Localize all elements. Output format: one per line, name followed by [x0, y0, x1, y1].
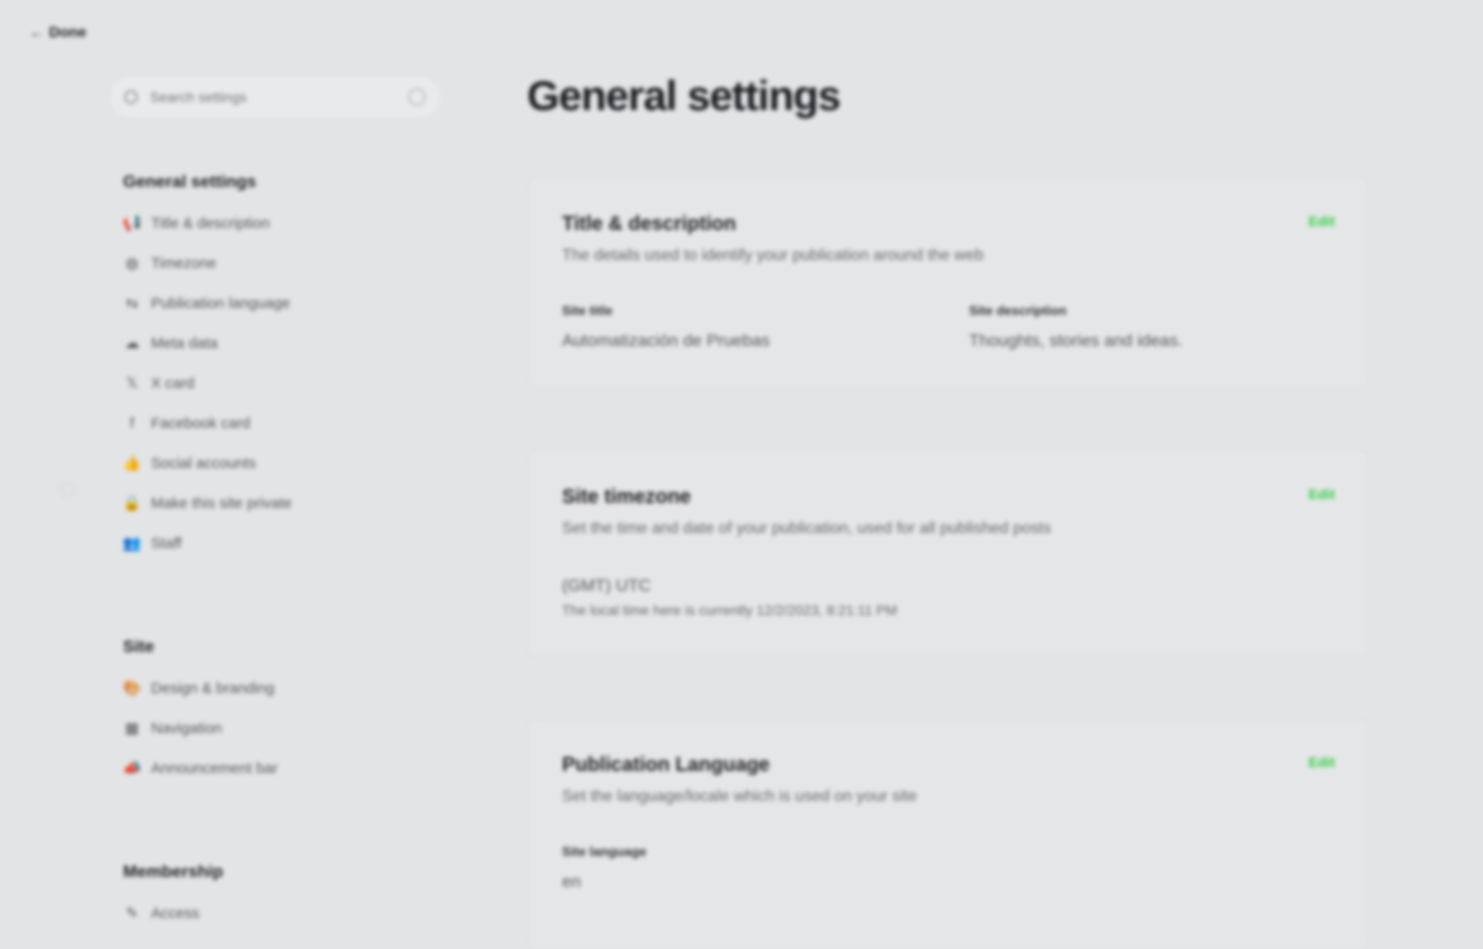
- sidebar-item-title-description[interactable]: 📢 Title & description: [122, 214, 270, 233]
- brain-icon: ☁: [124, 335, 140, 352]
- page-title: General settings: [527, 72, 841, 119]
- sidebar-item-private-site[interactable]: 🔒 Make this site private: [122, 494, 292, 513]
- sidebar-item-label: Access: [151, 904, 200, 922]
- lock-icon: 🔒: [122, 495, 142, 512]
- grid-icon: ▦: [124, 720, 140, 737]
- thumbs-up-icon: 👍: [122, 455, 142, 472]
- field-label: Site description: [969, 303, 1067, 318]
- sidebar-item-staff[interactable]: 👥 Staff: [122, 534, 182, 553]
- search-icon: [124, 90, 138, 104]
- sidebar-item-x-card[interactable]: 𝕏 X card: [123, 374, 195, 393]
- sidebar-item-publication-language[interactable]: ⇆ Publication language: [123, 294, 291, 313]
- sidebar-item-label: Facebook card: [151, 414, 251, 432]
- announcement-icon: 📣: [122, 760, 142, 777]
- sidebar-item-label: Social accounts: [151, 454, 257, 472]
- sidebar-item-label: Navigation: [151, 719, 222, 737]
- palette-icon: 🎨: [122, 680, 142, 697]
- card-title: Title & description: [562, 213, 737, 235]
- card-site-timezone: Site timezone Set the time and date of y…: [527, 451, 1370, 657]
- sidebar-item-access[interactable]: ✎ Access: [123, 904, 200, 923]
- sidebar-item-label: Make this site private: [151, 494, 292, 512]
- search-box[interactable]: [110, 77, 440, 117]
- facebook-icon: f: [129, 414, 135, 432]
- card-description: The details used to identify your public…: [562, 247, 984, 264]
- site-description-value: Thoughts, stories and ideas.: [969, 331, 1183, 350]
- edit-button[interactable]: Edit: [1309, 486, 1335, 502]
- sidebar-item-design-branding[interactable]: 🎨 Design & branding: [122, 679, 275, 698]
- sidebar-item-label: Design & branding: [151, 679, 275, 697]
- sidebar-item-timezone[interactable]: ◍ Timezone: [123, 254, 217, 273]
- edit-button[interactable]: Edit: [1309, 754, 1335, 770]
- edit-button[interactable]: Edit: [1309, 213, 1335, 229]
- ghost-avatar-icon: ◯: [60, 480, 77, 496]
- card-description: Set the time and date of your publicatio…: [562, 520, 1052, 537]
- translate-icon: ⇆: [125, 295, 139, 312]
- sidebar-item-label: Meta data: [151, 334, 218, 352]
- sidebar-item-announcement-bar[interactable]: 📣 Announcement bar: [122, 759, 278, 778]
- sidebar-group-site: Site: [123, 637, 155, 656]
- sidebar-item-label: Title & description: [151, 214, 270, 232]
- card-publication-language: Publication Language Set the language/lo…: [527, 719, 1370, 949]
- done-label: Done: [49, 24, 87, 41]
- field-label: Site title: [562, 303, 613, 318]
- card-title: Site timezone: [562, 486, 691, 508]
- card-description: Set the language/locale which is used on…: [562, 788, 917, 805]
- search-input[interactable]: [148, 88, 408, 106]
- sidebar-item-label: Announcement bar: [151, 759, 278, 777]
- done-button[interactable]: ← Done: [30, 24, 87, 41]
- sidebar-group-membership: Membership: [123, 862, 224, 881]
- timezone-value: (GMT) UTC: [562, 576, 651, 595]
- sidebar-item-label: Staff: [151, 534, 182, 552]
- clear-icon[interactable]: [408, 88, 426, 106]
- field-label: Site language: [562, 844, 647, 859]
- settings-page: ← Done ◯ General settings 📢 Title & desc…: [0, 0, 1483, 949]
- sidebar-item-label: Timezone: [151, 254, 217, 272]
- sidebar-item-navigation[interactable]: ▦ Navigation: [123, 719, 222, 738]
- users-icon: 👥: [122, 535, 142, 552]
- globe-icon: ◍: [125, 255, 139, 272]
- card-title: Publication Language: [562, 754, 770, 776]
- site-title-value: Automatización de Pruebas: [562, 331, 770, 350]
- local-time-note: The local time here is currently 12/2/20…: [562, 602, 898, 618]
- sidebar-item-label: X card: [151, 374, 195, 392]
- key-icon: ✎: [125, 905, 139, 922]
- site-language-value: en: [562, 872, 581, 891]
- x-logo-icon: 𝕏: [125, 375, 139, 392]
- sidebar-item-social-accounts[interactable]: 👍 Social accounts: [122, 454, 257, 473]
- chevron-left-icon: ←: [30, 25, 43, 40]
- sidebar-item-label: Publication language: [151, 294, 291, 312]
- sidebar-item-facebook-card[interactable]: f Facebook card: [123, 414, 250, 432]
- megaphone-icon: 📢: [122, 215, 142, 232]
- card-title-description: Title & description The details used to …: [527, 178, 1370, 388]
- sidebar-item-meta-data[interactable]: ☁ Meta data: [123, 334, 218, 353]
- sidebar-group-general: General settings: [123, 172, 257, 191]
